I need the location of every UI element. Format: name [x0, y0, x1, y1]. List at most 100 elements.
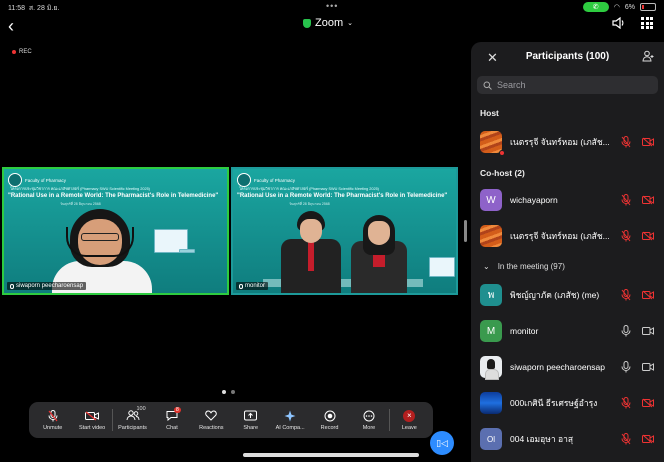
faculty-logo-icon	[8, 173, 22, 187]
close-icon: ×	[403, 409, 416, 422]
floating-chat-button[interactable]: ▯◁	[430, 431, 454, 455]
call-icon[interactable]: ✆	[582, 2, 609, 12]
avatar	[480, 392, 502, 414]
muted-mic-icon	[10, 283, 14, 289]
faculty-logo-icon	[237, 173, 251, 187]
battery-icon	[640, 3, 656, 11]
reactions-button[interactable]: Reactions	[192, 404, 231, 436]
camera-off-icon[interactable]	[642, 137, 654, 147]
camera-off-icon[interactable]	[642, 231, 654, 241]
headset-icon	[66, 227, 134, 257]
ai-companion-button[interactable]: AI Compa...	[270, 404, 309, 436]
home-indicator[interactable]	[243, 453, 419, 457]
avatar: W	[480, 189, 502, 211]
participant-row-cohost[interactable]: เนตรรุจี จันทร์หอม (เภสัช...	[480, 225, 660, 247]
participant-row-host[interactable]: เนตรรุจี จันทร์หอม (เภสัช...	[480, 131, 660, 156]
more-button[interactable]: More	[349, 404, 388, 436]
record-icon	[324, 410, 336, 422]
mic-icon[interactable]	[621, 361, 631, 373]
more-dots-icon	[363, 410, 375, 422]
participants-panel: ✕ Participants (100) Host เนตรรุจี จันทร…	[471, 42, 664, 462]
mic-muted-icon[interactable]	[621, 289, 631, 301]
status-time: 11:58 ส. 28 มิ.ย.	[8, 5, 60, 12]
camera-icon[interactable]	[642, 362, 654, 372]
telemedicine-illustration	[429, 257, 455, 277]
share-button[interactable]: Share	[231, 404, 270, 436]
quick-chat-icon: ▯◁	[436, 437, 448, 448]
mic-muted-icon[interactable]	[621, 230, 631, 242]
event-headline: "Rational Use in a Remote World: The Pha…	[237, 193, 448, 199]
avatar	[480, 131, 505, 156]
camera-off-icon	[85, 410, 100, 422]
mic-muted-icon[interactable]	[621, 194, 631, 206]
participant-row-cohost[interactable]: W wichayaporn	[480, 189, 660, 211]
mic-muted-icon	[48, 409, 58, 422]
mic-muted-icon[interactable]	[621, 433, 631, 445]
add-user-icon[interactable]	[642, 50, 654, 62]
camera-off-icon[interactable]	[642, 195, 654, 205]
heart-icon	[205, 410, 218, 422]
mic-muted-icon[interactable]	[621, 136, 631, 148]
sparkle-icon	[284, 410, 296, 422]
recording-dot-icon	[499, 150, 505, 156]
participant-name-label: monitor	[236, 282, 269, 290]
avatar: พ	[480, 284, 502, 306]
video-tile-2[interactable]: Faculty of Pharmacy โครงการประชุมวิชาการ…	[231, 167, 458, 295]
record-button[interactable]: Record	[310, 404, 349, 436]
avatar: Ol	[480, 428, 502, 450]
participant-row[interactable]: M monitor	[480, 320, 660, 342]
event-date: วันศุกร์ที่ 28 มิถุนายน 2568	[289, 202, 330, 206]
chevron-down-icon: ⌄	[347, 20, 353, 27]
participant-row[interactable]: Ol 004 เอมอุษา อาสุ	[480, 428, 660, 450]
avatar: M	[480, 320, 502, 342]
host-section-label: Host	[480, 108, 499, 118]
unmute-button[interactable]: Unmute	[33, 404, 72, 436]
speaker-icon[interactable]	[612, 17, 626, 29]
event-date: วันศุกร์ที่ 28 มิถุนายน 2568	[60, 202, 101, 206]
participants-button[interactable]: 100 Participants	[113, 404, 152, 436]
participants-count: 100	[136, 406, 146, 412]
event-subtitle: โครงการประชุมวิชาการ คณะเภสัชศาสตร์ (Pha…	[10, 187, 150, 191]
meeting-toolbar: Unmute Start video 100 Participants 8 Ch…	[29, 402, 433, 438]
muted-mic-icon	[239, 283, 243, 289]
wifi-icon: ◠	[613, 4, 620, 11]
camera-off-icon[interactable]	[642, 290, 654, 300]
start-video-button[interactable]: Start video	[72, 404, 111, 436]
avatar	[480, 225, 502, 247]
participant-row[interactable]: 000เกศินี ธีรเศรษฐ์อำรุง	[480, 392, 660, 414]
chat-badge: 8	[173, 407, 181, 413]
page-indicator	[222, 390, 235, 394]
leave-button[interactable]: × Leave	[390, 404, 429, 436]
mic-muted-icon[interactable]	[621, 397, 631, 409]
mic-icon[interactable]	[621, 325, 631, 337]
participant-row[interactable]: siwaporn peecharoensap	[480, 356, 660, 380]
shield-icon	[303, 18, 311, 28]
faculty-logo-group: Faculty of Pharmacy	[8, 173, 66, 187]
panel-resize-handle[interactable]	[464, 220, 467, 242]
back-chevron-icon[interactable]: ‹	[8, 16, 14, 37]
camera-icon[interactable]	[642, 326, 654, 336]
participant-search[interactable]	[477, 76, 658, 94]
battery-percent: 6%	[624, 3, 635, 11]
multitask-dots[interactable]: •••	[326, 1, 338, 11]
chat-button[interactable]: 8 Chat	[152, 404, 191, 436]
status-right: ✆ ◠ 6%	[582, 2, 656, 12]
meeting-title[interactable]: Zoom ⌄	[303, 17, 353, 29]
search-icon	[483, 81, 492, 90]
video-tile-1[interactable]: Faculty of Pharmacy โครงการประชุมวิชาการ…	[2, 167, 229, 295]
status-bar: 11:58 ส. 28 มิ.ย. ••• ✆ ◠ 6%	[0, 0, 664, 14]
participant-row[interactable]: พ พิชญ์ญาภัค (เภสัช) (me)	[480, 284, 660, 306]
recording-indicator: REC	[12, 49, 32, 55]
share-screen-icon	[244, 410, 258, 422]
avatar	[480, 356, 502, 380]
panel-title: Participants (100)	[525, 51, 610, 62]
gallery-grid-icon[interactable]	[641, 17, 653, 29]
event-headline: "Rational Use in a Remote World: The Pha…	[8, 193, 219, 199]
camera-off-icon[interactable]	[642, 434, 654, 444]
camera-off-icon[interactable]	[642, 398, 654, 408]
search-input[interactable]	[497, 80, 647, 90]
cohost-section-label: Co-host (2)	[480, 168, 525, 178]
event-subtitle: โครงการประชุมวิชาการ คณะเภสัชศาสตร์ (Pha…	[239, 187, 379, 191]
chevron-down-icon: ⌄	[483, 262, 490, 271]
in-meeting-section-toggle[interactable]: ⌄ In the meeting (97)	[483, 262, 565, 271]
